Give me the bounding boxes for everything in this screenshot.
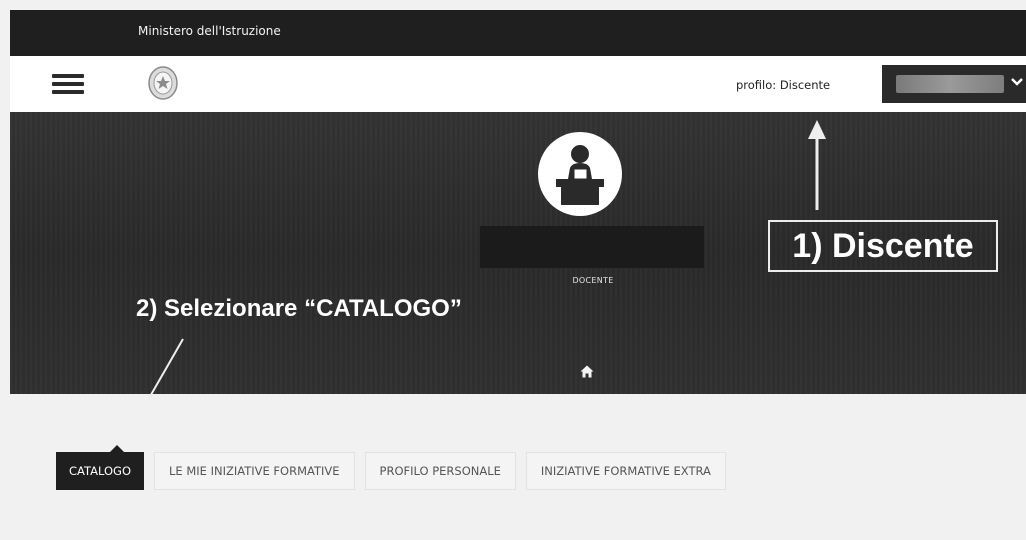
redacted-name-box bbox=[480, 226, 704, 268]
chevron-down-icon[interactable] bbox=[1010, 75, 1024, 89]
redacted-username bbox=[896, 75, 1004, 93]
section-tabs: CATALOGO LE MIE INIZIATIVE FORMATIVE PRO… bbox=[56, 445, 726, 490]
tab-catalogo[interactable]: CATALOGO bbox=[56, 445, 145, 490]
tab-iniziative-formative-extra[interactable]: INIZIATIVE FORMATIVE EXTRA bbox=[525, 452, 726, 490]
home-icon[interactable] bbox=[580, 365, 594, 378]
ministry-title: Ministero dell'Istruzione bbox=[138, 24, 281, 38]
teacher-desk-icon bbox=[556, 145, 604, 205]
hamburger-menu-icon[interactable] bbox=[52, 74, 84, 94]
tab-profilo-personale[interactable]: PROFILO PERSONALE bbox=[364, 452, 516, 490]
tab-le-mie-iniziative-formative[interactable]: LE MIE INIZIATIVE FORMATIVE bbox=[154, 452, 355, 490]
italian-republic-emblem-icon[interactable] bbox=[146, 64, 180, 102]
role-label: DOCENTE bbox=[572, 276, 614, 285]
profile-label: profilo: Discente bbox=[736, 78, 831, 92]
profile-hero: DOCENTE 1) Discente 2) Selezionare “CATA… bbox=[10, 112, 1026, 394]
ministry-bar: Ministero dell'Istruzione bbox=[10, 10, 1026, 56]
annotation-step1: 1) Discente bbox=[768, 220, 998, 272]
user-dropdown[interactable] bbox=[882, 65, 1026, 103]
navbar: profilo: Discente bbox=[10, 56, 1026, 112]
annotation-step2: 2) Selezionare “CATALOGO” bbox=[136, 295, 462, 322]
avatar bbox=[538, 132, 622, 216]
